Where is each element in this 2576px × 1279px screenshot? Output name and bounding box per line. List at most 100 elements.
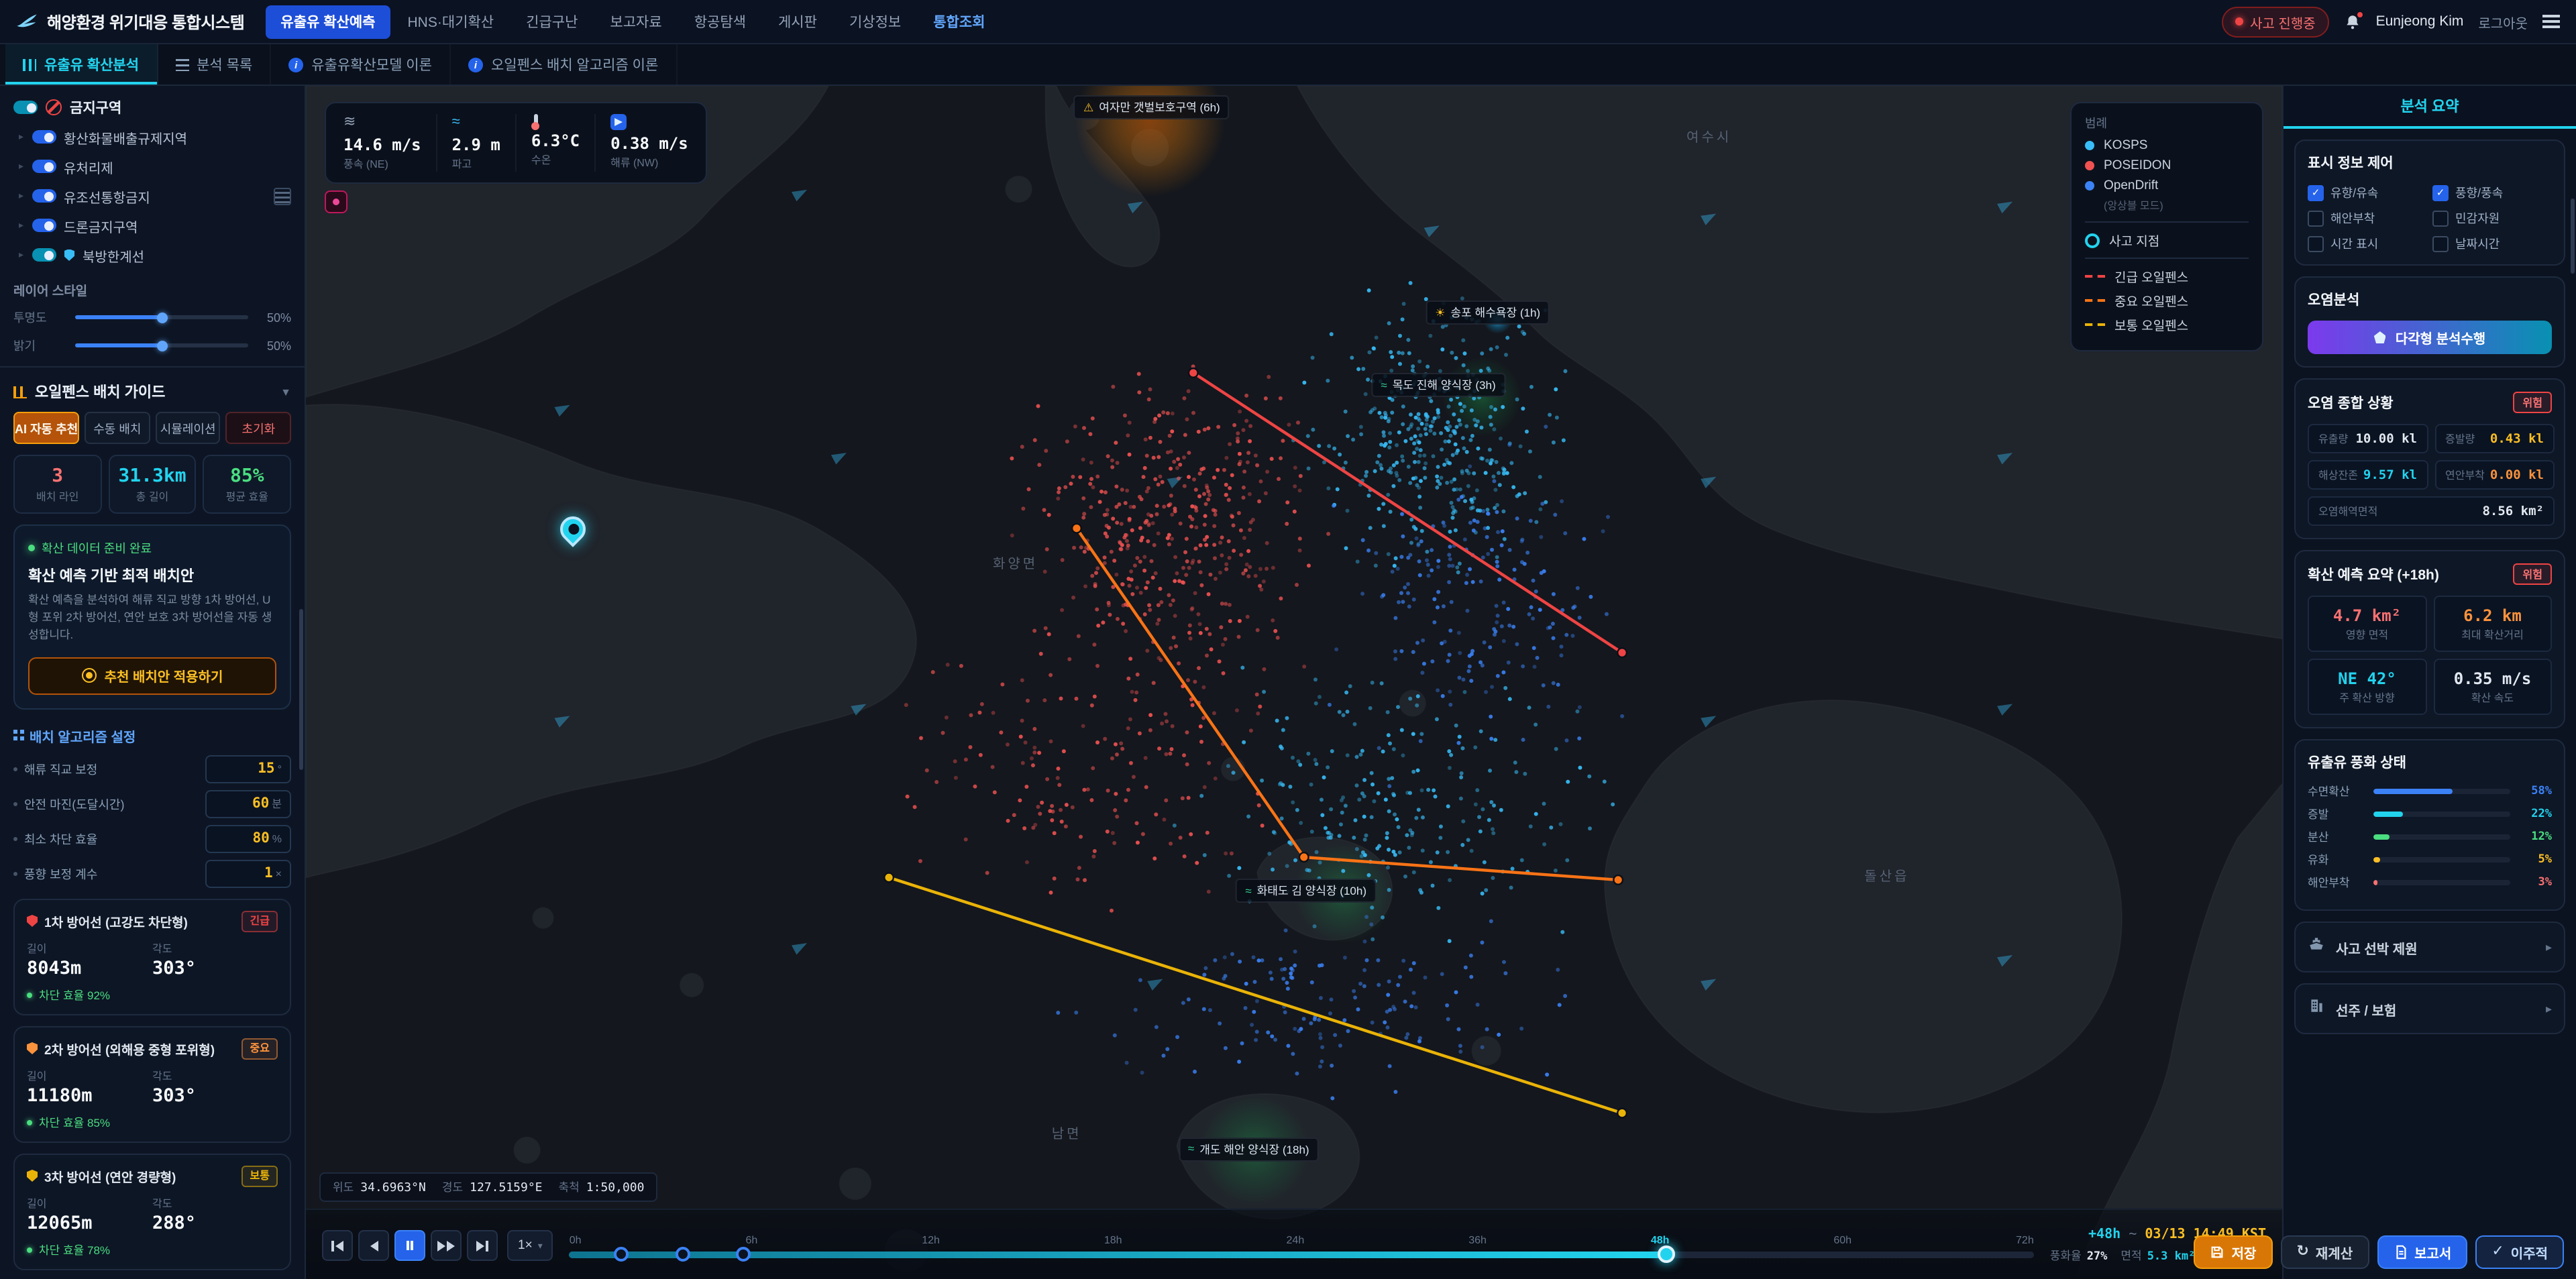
tab-2[interactable]: 분석 목록	[158, 44, 271, 85]
display-checkbox-1[interactable]: ✓유향/유속	[2308, 184, 2427, 201]
mode-button-2[interactable]: 수동 배치	[85, 412, 150, 444]
play-pause-button[interactable]	[394, 1230, 425, 1261]
tab-analysis-summary[interactable]: 분석 요약	[2284, 86, 2576, 129]
sidebar-scrollbar[interactable]	[299, 609, 303, 770]
nav-item-3[interactable]: 긴급구난	[511, 5, 592, 38]
speed-select[interactable]: 1×▾	[507, 1230, 553, 1261]
notifications-button[interactable]	[2344, 13, 2361, 30]
user-name[interactable]: Eunjeong Kim	[2376, 13, 2464, 30]
action-recalculate-button[interactable]: ↻재계산	[2280, 1235, 2369, 1268]
nav-item-8[interactable]: 통합조회	[918, 5, 1000, 38]
incident-status-badge[interactable]: 사고 진행중	[2222, 6, 2329, 37]
display-checkbox-6[interactable]: 날짜시간	[2432, 235, 2552, 252]
nav-item-4[interactable]: 보고자료	[595, 5, 676, 38]
fence-guide-header[interactable]: 오일펜스 배치 가이드 ▼	[13, 381, 291, 402]
poi-label-3[interactable]: ≈목도 진해 양식장 (3h)	[1371, 373, 1505, 397]
layer-item-2[interactable]: ▸유처리제	[0, 152, 305, 181]
poi-label-4[interactable]: ≈화태도 김 양식장 (10h)	[1236, 879, 1376, 903]
poi-label-2[interactable]: ☀송포 해수욕장 (1h)	[1426, 301, 1550, 325]
toggle-on-icon[interactable]	[32, 248, 56, 262]
map-canvas[interactable]	[306, 86, 2282, 1279]
fence-time-marker-1[interactable]	[613, 1247, 628, 1262]
fence-time-marker-2[interactable]	[676, 1247, 691, 1262]
section-vessel-specs[interactable]: 사고 선박 제원▸	[2294, 922, 2565, 972]
display-checkbox-5[interactable]: 시간 표시	[2308, 235, 2427, 252]
nav-item-1[interactable]: 유출유 확산예측	[266, 5, 390, 38]
tab-3[interactable]: i유출유확산모델 이론	[271, 44, 451, 85]
timeline-track[interactable]	[570, 1251, 2034, 1258]
playhead[interactable]	[1658, 1245, 1675, 1263]
section-owner-insurance[interactable]: 선주 / 보험▸	[2294, 983, 2565, 1034]
slider-row-1: 투명도50%	[13, 309, 291, 326]
checkbox-box[interactable]	[2308, 235, 2324, 252]
card-header: 2차 방어선 (외해용 중형 포위형)중요	[27, 1038, 278, 1059]
layer-item-4[interactable]: ▸드론금지구역	[0, 211, 305, 240]
toggle-on-icon[interactable]	[32, 189, 56, 203]
slider-track[interactable]	[75, 343, 248, 347]
checkbox-box[interactable]: ✓	[2432, 184, 2449, 201]
slider-knob[interactable]	[156, 340, 167, 351]
polygon-analysis-button[interactable]: 다각형 분석수행	[2308, 321, 2552, 354]
defense-line-card-2[interactable]: 2차 방어선 (외해용 중형 포위형)중요길이11180m각도303°차단 효율…	[13, 1025, 291, 1142]
display-checkbox-2[interactable]: ✓풍향/풍속	[2432, 184, 2552, 201]
magenta-marker-button[interactable]	[325, 190, 347, 213]
nav-item-5[interactable]: 항공탐색	[680, 5, 761, 38]
poi-label-1[interactable]: ⚠여자만 갯벌보호구역 (6h)	[1074, 95, 1230, 119]
fence-time-marker-3[interactable]	[736, 1247, 751, 1262]
slider-knob[interactable]	[156, 312, 167, 323]
layer-item-1[interactable]: ▸황산화물배출규제지역	[0, 122, 305, 152]
action-save-button[interactable]: 저장	[2194, 1235, 2273, 1268]
skip-start-button[interactable]	[322, 1230, 353, 1261]
tab-4[interactable]: i오일펜스 배치 알고리즘 이론	[451, 44, 677, 85]
weather-value: 2.9 m	[452, 135, 500, 154]
checkbox-box[interactable]	[2308, 210, 2324, 226]
setting-input[interactable]: 15°	[205, 755, 291, 783]
toggle-on-icon[interactable]	[32, 219, 56, 232]
step-back-button[interactable]	[358, 1230, 389, 1261]
checkbox-box[interactable]	[2432, 210, 2449, 226]
tab-1[interactable]: 유출유 확산분석	[5, 44, 158, 85]
checkbox-box[interactable]	[2432, 235, 2449, 252]
action-report-button[interactable]: 보고서	[2377, 1235, 2467, 1268]
layer-item-5[interactable]: ▸북방한계선	[0, 240, 305, 270]
nav-item-7[interactable]: 기상정보	[835, 5, 916, 38]
toggle-on-icon[interactable]	[32, 160, 56, 173]
checkbox-box[interactable]: ✓	[2308, 184, 2324, 201]
layer-options-icon[interactable]	[274, 187, 291, 205]
poi-label-5[interactable]: ≈개도 해안 양식장 (18h)	[1179, 1137, 1319, 1161]
apply-recommendation-button[interactable]: 추천 배치안 적용하기	[28, 657, 276, 694]
slider-track[interactable]	[75, 315, 248, 319]
display-checkbox-3[interactable]: 해안부착	[2308, 209, 2427, 227]
action-confirm-button[interactable]: ✓이주적	[2475, 1235, 2564, 1268]
setting-input[interactable]: 80%	[205, 824, 291, 852]
mode-button-3[interactable]: 시뮬레이션	[156, 412, 221, 444]
mode-button-4[interactable]: 초기화	[226, 412, 291, 444]
defense-line-card-3[interactable]: 3차 방어선 (연안 경량형)보통길이12065m각도288°차단 효율 78%	[13, 1153, 291, 1270]
defense-line-card-1[interactable]: 1차 방어선 (고강도 차단형)긴급길이8043m각도303°차단 효율 92%	[13, 898, 291, 1015]
defense-line-name: 3차 방어선 (연안 경량형)	[44, 1166, 235, 1185]
panel-scrollbar[interactable]	[2571, 199, 2575, 274]
nav-item-2[interactable]: HNS·대기확산	[393, 5, 509, 38]
map-area[interactable]: 여수시화양면남면돌산읍⚠여자만 갯벌보호구역 (6h)☀송포 해수욕장 (1h)…	[306, 86, 2282, 1279]
efficiency-row: 차단 효율 85%	[27, 1114, 278, 1130]
skip-end-button[interactable]	[467, 1230, 498, 1261]
setting-input[interactable]: 1×	[205, 859, 291, 887]
nav-item-6[interactable]: 게시판	[763, 5, 832, 38]
incident-dot-icon	[2085, 233, 2100, 247]
menu-icon[interactable]	[2542, 11, 2560, 32]
polygon-analysis-label: 다각형 분석수행	[2396, 327, 2485, 347]
mode-button-1[interactable]: AI 자동 추천	[13, 412, 79, 444]
setting-input[interactable]: 60분	[205, 789, 291, 818]
layer-item-3[interactable]: ▸유조선통항금지	[0, 181, 305, 211]
toggle-on-icon[interactable]	[32, 130, 56, 144]
fence-label: 보통 오일펜스	[2114, 315, 2188, 334]
farm-icon: ≈	[1188, 1144, 1194, 1155]
layer-group-restricted[interactable]: 금지구역	[0, 93, 305, 122]
toggle-on-icon[interactable]	[13, 101, 38, 114]
nav-menu: 유출유 확산예측HNS·대기확산긴급구난보고자료항공탐색게시판기상정보통합조회	[266, 5, 2222, 38]
logout-button[interactable]: 로그아웃	[2478, 11, 2528, 32]
display-checkbox-4[interactable]: 민감자원	[2432, 209, 2552, 227]
poi-text: 여자만 갯벌보호구역 (6h)	[1099, 99, 1220, 115]
fast-forward-button[interactable]	[431, 1230, 462, 1261]
logo[interactable]: 해양환경 위기대응 통합시스템	[16, 10, 244, 33]
